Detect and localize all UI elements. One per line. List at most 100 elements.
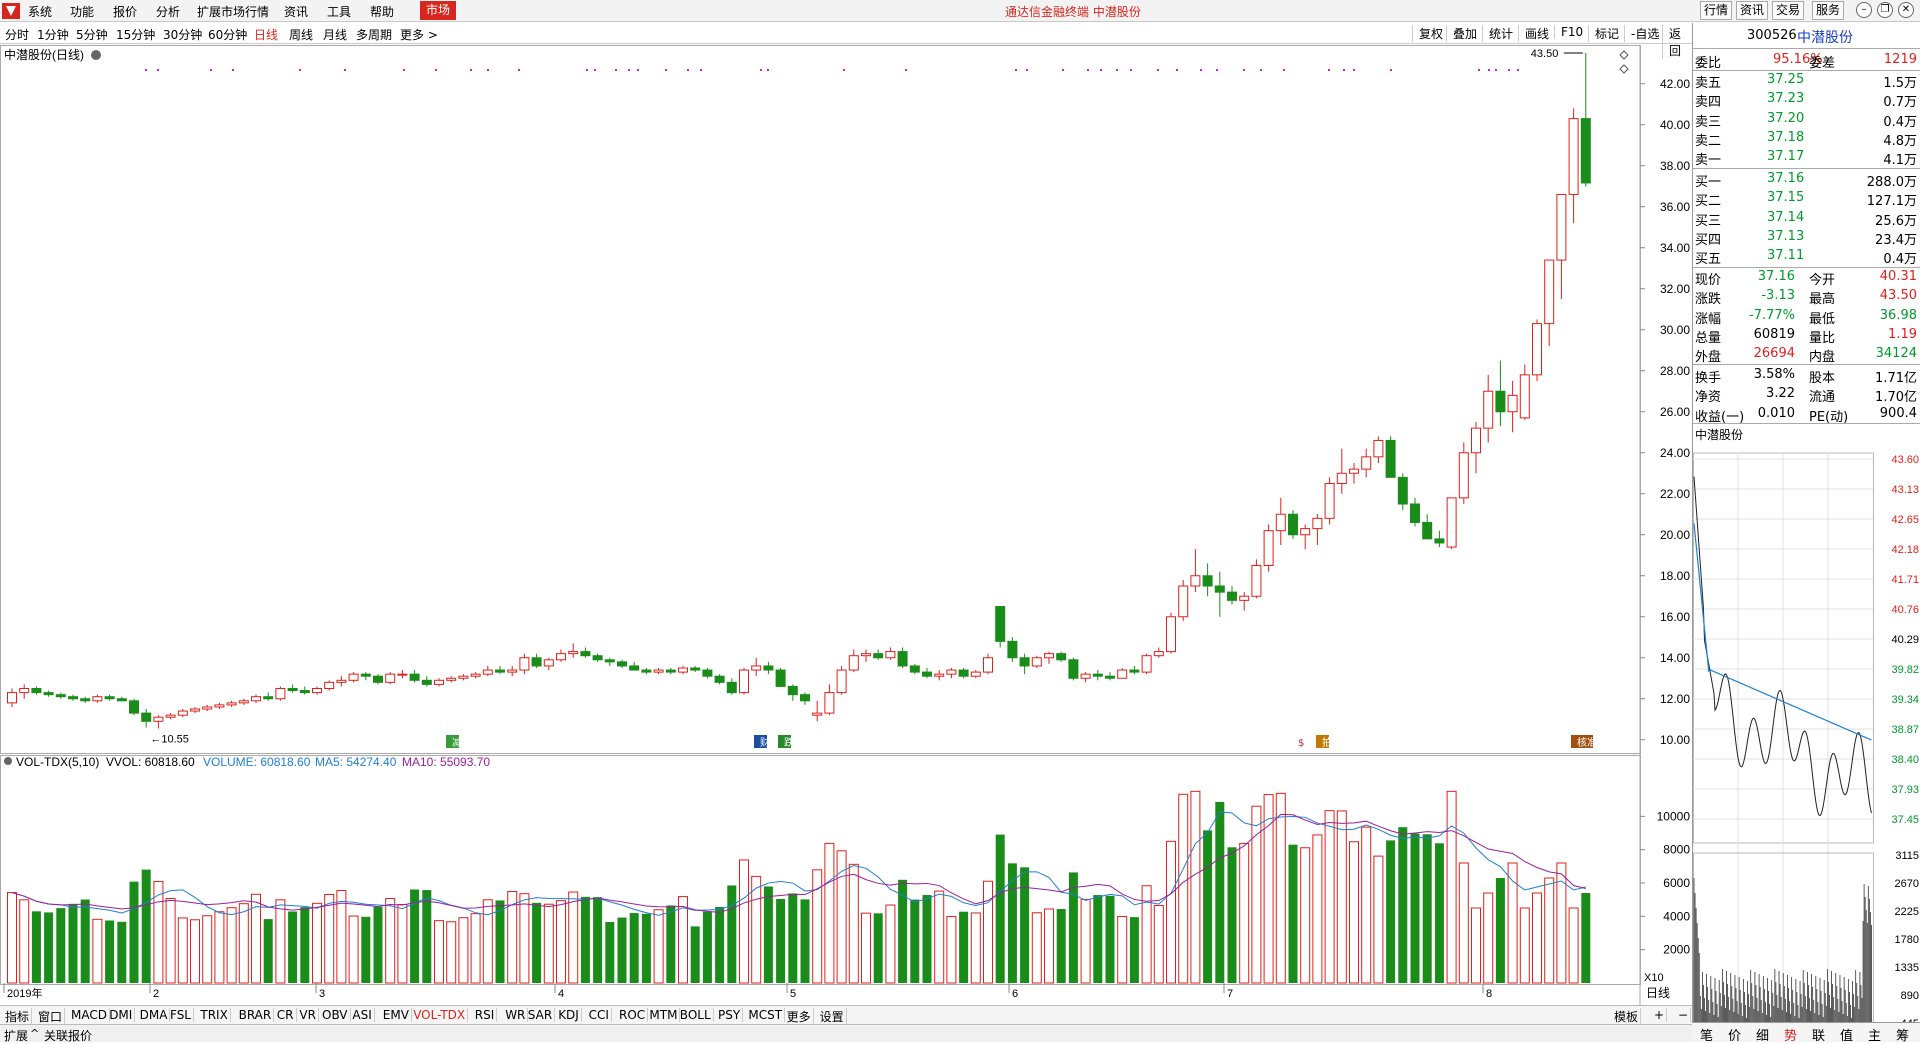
tool-stats[interactable]: 统计 xyxy=(1482,25,1513,42)
right-tab-6[interactable]: 主 xyxy=(1868,1025,1881,1044)
ask-row[interactable]: 卖五 37.25 1.5万 xyxy=(1693,71,1920,91)
indicator-asi[interactable]: ASI xyxy=(350,1008,375,1022)
tool-overlay[interactable]: 叠加 xyxy=(1446,25,1477,42)
bid-row[interactable]: 买三 37.14 25.6万 xyxy=(1693,209,1920,229)
indicator-更多[interactable]: 更多 xyxy=(785,1008,814,1025)
menu-help[interactable]: 帮助 xyxy=(370,3,394,20)
expand-arrow-icon[interactable]: ^ xyxy=(30,1027,39,1040)
indicator-mtm[interactable]: MTM xyxy=(647,1008,681,1022)
ask-row[interactable]: 卖二 37.18 4.8万 xyxy=(1693,129,1920,149)
right-tab-2[interactable]: 细 xyxy=(1756,1025,1769,1044)
menu-analysis[interactable]: 分析 xyxy=(156,3,180,20)
indicator-cci[interactable]: CCI xyxy=(587,1008,612,1022)
right-tab-1[interactable]: 价 xyxy=(1728,1025,1741,1044)
right-tab-3[interactable]: 势 xyxy=(1784,1025,1797,1044)
intraday-mini-chart[interactable]: 43.60 43.13 42.65 42.18 41.71 40.76 40.29 39.82… xyxy=(1693,443,1920,1043)
indicator-obv[interactable]: OBV xyxy=(320,1008,351,1022)
kline-chart[interactable]: 42.00 40.00 38.00 36.00 34.00 32.00 30.00 28.00… xyxy=(0,45,1692,1020)
period-multi[interactable]: 多周期 xyxy=(356,26,392,43)
indicator-boll[interactable]: BOLL xyxy=(678,1008,714,1022)
indicator-trix[interactable]: TRIX xyxy=(198,1008,231,1022)
volume-bar xyxy=(1044,908,1054,984)
candle xyxy=(1385,436,1396,478)
period-monthly[interactable]: 月线 xyxy=(323,26,347,43)
top-btn-trade[interactable]: 交易 xyxy=(1772,1,1804,20)
restore-icon[interactable]: ❐ xyxy=(1877,2,1893,18)
period-intraday[interactable]: 分时 xyxy=(5,26,29,43)
menu-market[interactable]: 市场 xyxy=(420,1,457,20)
volume-bar xyxy=(605,922,615,983)
indicator-dma[interactable]: DMA xyxy=(138,1008,171,1022)
menu-quote[interactable]: 报价 xyxy=(113,3,137,20)
tool-watchlist[interactable]: -自选 xyxy=(1624,25,1659,42)
ask-row[interactable]: 卖三 37.20 0.4万 xyxy=(1693,110,1920,130)
fund-value: 900.4 xyxy=(1879,405,1917,421)
bid-row[interactable]: 买五 37.11 0.4万 xyxy=(1693,247,1920,267)
menu-tools[interactable]: 工具 xyxy=(327,3,351,20)
indicator-设置[interactable]: 设置 xyxy=(818,1008,847,1025)
event-dot xyxy=(145,69,147,71)
indicator-emv[interactable]: EMV xyxy=(381,1008,412,1022)
menu-news[interactable]: 资讯 xyxy=(284,3,308,20)
bid-row[interactable]: 买四 37.13 23.4万 xyxy=(1693,228,1920,248)
indicator-roc[interactable]: ROC xyxy=(617,1008,649,1022)
top-btn-news[interactable]: 资讯 xyxy=(1736,1,1768,20)
indicator-rsi[interactable]: RSI xyxy=(473,1008,498,1022)
ask-row[interactable]: 卖四 37.23 0.7万 xyxy=(1693,90,1920,110)
tool-draw[interactable]: 画线 xyxy=(1518,25,1549,42)
indicator-wr[interactable]: WR xyxy=(503,1008,529,1022)
period-30min[interactable]: 30分钟 xyxy=(163,26,202,43)
candle-body xyxy=(543,659,554,667)
right-tab-0[interactable]: 笔 xyxy=(1700,1025,1713,1044)
indicator-dmi[interactable]: DMI xyxy=(107,1008,136,1022)
indicator-指标[interactable]: 指标 xyxy=(3,1008,33,1025)
linked-quote-button[interactable]: 关联报价 xyxy=(44,1027,92,1044)
tool-f10[interactable]: F10 xyxy=(1554,25,1583,39)
indicator-sar[interactable]: SAR xyxy=(526,1008,556,1022)
period-5min[interactable]: 5分钟 xyxy=(76,26,108,43)
tool-mark[interactable]: 标记 xyxy=(1588,25,1619,42)
bid-row[interactable]: 买一 37.16 288.0万 xyxy=(1693,170,1920,190)
indicator-vol-tdx[interactable]: VOL-TDX xyxy=(411,1008,469,1022)
candle-body xyxy=(446,677,457,681)
remove-window-icon[interactable]: − xyxy=(1676,1008,1692,1022)
tool-adjust[interactable]: 复权 xyxy=(1412,25,1443,42)
template-button[interactable]: 模板 xyxy=(1612,1008,1642,1025)
indicator-vr[interactable]: VR xyxy=(297,1008,319,1022)
minimize-icon[interactable]: – xyxy=(1856,2,1872,18)
right-tab-4[interactable]: 联 xyxy=(1812,1025,1825,1044)
period-1min[interactable]: 1分钟 xyxy=(37,26,69,43)
indicator-窗口[interactable]: 窗口 xyxy=(36,1008,66,1025)
indicator-fsl[interactable]: FSL xyxy=(168,1008,194,1022)
top-btn-service[interactable]: 服务 xyxy=(1812,1,1844,20)
top-btn-market[interactable]: 行情 xyxy=(1700,1,1732,20)
ask-row[interactable]: 卖一 37.17 4.1万 xyxy=(1693,148,1920,168)
period-15min[interactable]: 15分钟 xyxy=(116,26,155,43)
indicator-cr[interactable]: CR xyxy=(275,1008,297,1022)
bid-price: 37.14 xyxy=(1767,209,1805,225)
period-daily[interactable]: 日线 xyxy=(254,26,278,43)
indicator-brar[interactable]: BRAR xyxy=(237,1008,275,1022)
candle xyxy=(1580,53,1591,187)
chart-svg[interactable]: 42.00 40.00 38.00 36.00 34.00 32.00 30.00 28.00… xyxy=(0,45,1692,1005)
period-60min[interactable]: 60分钟 xyxy=(208,26,247,43)
candle-body xyxy=(1556,193,1567,261)
add-window-icon[interactable]: + xyxy=(1652,1008,1668,1022)
right-tab-5[interactable]: 值 xyxy=(1840,1025,1853,1044)
menu-system[interactable]: 系统 xyxy=(28,3,52,20)
candle xyxy=(1471,422,1481,474)
chart-title: 中潜股份(日线) xyxy=(4,47,84,62)
close-icon[interactable]: ✕ xyxy=(1898,2,1914,18)
indicator-kdj[interactable]: KDJ xyxy=(556,1008,582,1022)
period-weekly[interactable]: 周线 xyxy=(289,26,313,43)
indicator-psy[interactable]: PSY xyxy=(716,1008,744,1022)
indicator-mcst[interactable]: MCST xyxy=(746,1008,786,1022)
right-tab-7[interactable]: 筹 xyxy=(1896,1025,1909,1044)
menu-ext-market[interactable]: 扩展市场行情 xyxy=(197,3,269,20)
bid-row[interactable]: 买二 37.15 127.1万 xyxy=(1693,189,1920,209)
mini-price-tick: 42.65 xyxy=(1891,514,1919,526)
indicator-macd[interactable]: MACD xyxy=(69,1008,110,1022)
menu-function[interactable]: 功能 xyxy=(70,3,94,20)
expand-button[interactable]: 扩展 xyxy=(4,1027,28,1044)
period-more[interactable]: 更多 > xyxy=(400,26,438,43)
